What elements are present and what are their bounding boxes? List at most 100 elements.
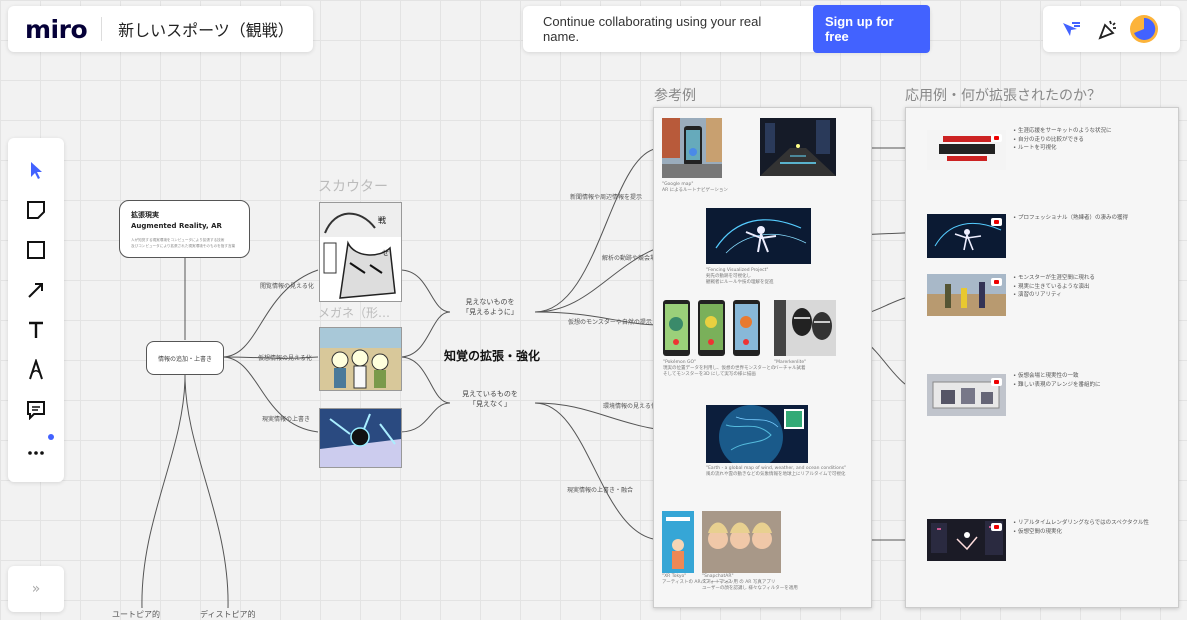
text-icon[interactable] — [18, 312, 54, 348]
ref-image-street-nav[interactable] — [662, 118, 722, 178]
collaborate-bar: Continue collaborating using your real n… — [523, 5, 930, 53]
root-node-label: 情報の追加・上書き — [157, 355, 212, 363]
divider — [101, 17, 103, 41]
ref-image-night-road[interactable] — [760, 118, 836, 176]
invisible-phrase: 見えているものを 「見えなく」 — [450, 389, 530, 409]
app-bullets: • 生涯応援をサーキットのような状況に • 自分の走りの比較ができる • ルート… — [1013, 127, 1112, 153]
arrow-line-icon[interactable] — [18, 272, 54, 308]
user-avatar[interactable] — [1130, 15, 1158, 43]
ref-image-xr-performance[interactable] — [662, 511, 694, 573]
app-bullet-item: • 難しい表現のアレンジを番組的に — [1013, 381, 1101, 388]
ref-caption: "Fencing Visualized Project" 剣先の動跡を可視化し … — [706, 268, 774, 286]
app-video-thumb-2[interactable] — [927, 214, 1006, 258]
shape-icon[interactable] — [18, 232, 54, 268]
branch-label: 閲覧情報の見える化 — [260, 283, 314, 290]
branch-label: 仮想情報の見える化 — [258, 355, 312, 362]
glasses-manga-image[interactable] — [319, 327, 402, 391]
visible-phrase: 見えないものを 「見えるように」 — [450, 297, 530, 317]
app-bullet-item: • 生涯応援をサーキットのような状況に — [1013, 128, 1112, 134]
invisible-phrase-line1: 見えているものを — [462, 390, 518, 398]
youtube-icon — [991, 134, 1002, 142]
dystopia-label: ディストピア的 — [200, 610, 256, 619]
ref-image-fencing[interactable] — [706, 208, 811, 264]
scouter-title: スカウター — [318, 179, 388, 195]
youtube-icon — [991, 378, 1002, 386]
glasses-title: メガネ（形… — [318, 306, 391, 320]
definition-card[interactable]: 拡張現実 Augmented Reality, AR 人が知覚する現実環境をコン… — [119, 200, 250, 258]
right-branch-label: 環境情報の見える化 — [603, 403, 657, 410]
ref-image-pokemon-phone-2[interactable] — [698, 300, 725, 356]
app-video-thumb-5[interactable] — [927, 519, 1006, 561]
miro-logo[interactable]: miro — [25, 15, 88, 44]
cursor-filter-icon[interactable] — [1058, 17, 1082, 41]
branch-label: 現実情報の上書き — [262, 416, 311, 423]
sign-up-button[interactable]: Sign up for free — [812, 5, 930, 53]
ref-caption-line: AR によるルートナビゲーション — [662, 188, 728, 193]
ref-image-pokemon-phone-3[interactable] — [733, 300, 760, 356]
invisible-phrase-line2: 「見えなく」 — [469, 400, 511, 408]
board-title[interactable]: 新しいスポーツ（観戦） — [118, 17, 294, 41]
youtube-icon — [991, 278, 1002, 286]
ref-caption-line: 観戦者にルールや技の理解を促進 — [706, 280, 774, 285]
expand-label: » — [31, 581, 41, 597]
ref-image-pokemon-phone-1[interactable] — [663, 300, 690, 356]
overwrite-scene-image[interactable] — [319, 408, 402, 468]
svg-text:せ: せ — [382, 249, 389, 257]
app-video-thumb-3[interactable] — [927, 274, 1006, 316]
visible-phrase-line2: 「見えるように」 — [462, 308, 518, 316]
pen-icon[interactable] — [18, 352, 54, 388]
app-bullet-item: • ルートを可視化 — [1013, 145, 1057, 151]
ref-caption-line: ユーザーの顔を認識し 様々なフィルターを適用 — [702, 586, 798, 591]
ref-caption-line: 風の流れや雲の動きなどの気象情報を地球上にリアルタイムで可視化 — [706, 472, 846, 477]
application-frame[interactable]: • 生涯応援をサーキットのような状況に • 自分の走りの比較ができる • ルート… — [905, 107, 1179, 608]
app-video-thumb-1[interactable] — [927, 130, 1006, 170]
collaborate-message: Continue collaborating using your real n… — [543, 14, 762, 44]
app-bullet-item: • モンスターが生涯空間に現れる — [1013, 275, 1095, 281]
app-bullet-item: • 仮想会場と現実性の一致 — [1013, 373, 1079, 379]
reference-frame-title: 参考例 — [654, 88, 696, 104]
reference-frame[interactable]: "Google map" AR によるルートナビゲーション "Fencing V… — [653, 107, 872, 608]
ref-caption: "Pokémon GO" 現実の位置データを利用し、仮想の世界モンスターとの そ… — [663, 360, 775, 378]
ref-caption: "Google map" AR によるルートナビゲーション — [662, 182, 728, 194]
comment-icon[interactable] — [18, 392, 54, 428]
right-branch-label: 新聞情報や周辺情報を提示 — [570, 194, 643, 201]
app-bullet-item: • プロフェッショナル（熟練者）の凄みの獲得 — [1013, 215, 1128, 221]
definition-subtitle: Augmented Reality, AR — [131, 222, 222, 230]
definition-body-1: 人が知覚する現実環境をコンピュータにより拡張する技術 — [131, 238, 225, 242]
ref-caption-line: バーチャル試着 — [774, 366, 806, 371]
visible-phrase-line1: 見えないものを — [465, 298, 515, 306]
ref-image-snapchat-faces[interactable] — [702, 511, 781, 573]
application-frame-title: 応用例・何が拡張されたのか？ — [905, 88, 1101, 104]
ref-image-virtual-shoes[interactable] — [774, 300, 836, 356]
center-title: 知覚の拡張・強化 — [444, 349, 541, 363]
app-bullet-item: • 現実に生きているような演出 — [1013, 283, 1090, 290]
app-bullet-item: • 自分の走りの比較ができる — [1013, 136, 1084, 143]
expand-panel-button[interactable]: » — [8, 566, 64, 612]
select-cursor-icon[interactable] — [18, 152, 54, 188]
ref-caption: "Marerkenlite" バーチャル試着 — [774, 360, 806, 372]
right-branch-label: 現実情報の上書き・融合 — [567, 487, 634, 494]
youtube-icon — [991, 218, 1002, 226]
celebrate-icon[interactable] — [1096, 17, 1120, 41]
app-video-thumb-4[interactable] — [927, 374, 1006, 416]
sticky-note-icon[interactable] — [18, 192, 54, 228]
top-right-tools — [1043, 6, 1180, 52]
app-bullets: • モンスターが生涯空間に現れる • 現実に生きているような演出 • 演習のリア… — [1013, 274, 1095, 300]
ref-image-earth-weather[interactable] — [706, 405, 808, 463]
app-bullet-item: • 仮想空間の現実化 — [1013, 528, 1062, 535]
definition-body-2: 及びコンピュータにより拡張された現実環境そのものを指す言葉 — [131, 244, 236, 248]
app-bullet-item: • リアルタイムレンダリングならではのスペクタクル性 — [1013, 520, 1149, 526]
scouter-manga-image[interactable]: 戦 せ — [319, 202, 402, 302]
app-bullets: • 仮想会場と現実性の一致 • 難しい表現のアレンジを番組的に — [1013, 372, 1101, 389]
ref-caption: "Earth - a global map of wind, weather, … — [706, 466, 846, 478]
right-branch-label: 仮想のモンスターや自然の提示 — [568, 319, 652, 326]
utopia-label: ユートピア的 — [112, 610, 160, 619]
ref-caption: "SnapchatAR" スマートフォン用 の AR 写真アプリ ユーザーの顔を… — [702, 574, 798, 592]
youtube-icon — [991, 523, 1002, 531]
root-node[interactable]: 情報の追加・上書き — [146, 341, 224, 375]
app-bullets: • リアルタイムレンダリングならではのスペクタクル性 • 仮想空間の現実化 — [1013, 519, 1149, 536]
notification-dot — [48, 434, 54, 440]
app-bullet-item: • 演習のリアリティ — [1013, 292, 1062, 298]
board-header: miro 新しいスポーツ（観戦） — [8, 6, 313, 52]
svg-text:戦: 戦 — [378, 215, 386, 225]
